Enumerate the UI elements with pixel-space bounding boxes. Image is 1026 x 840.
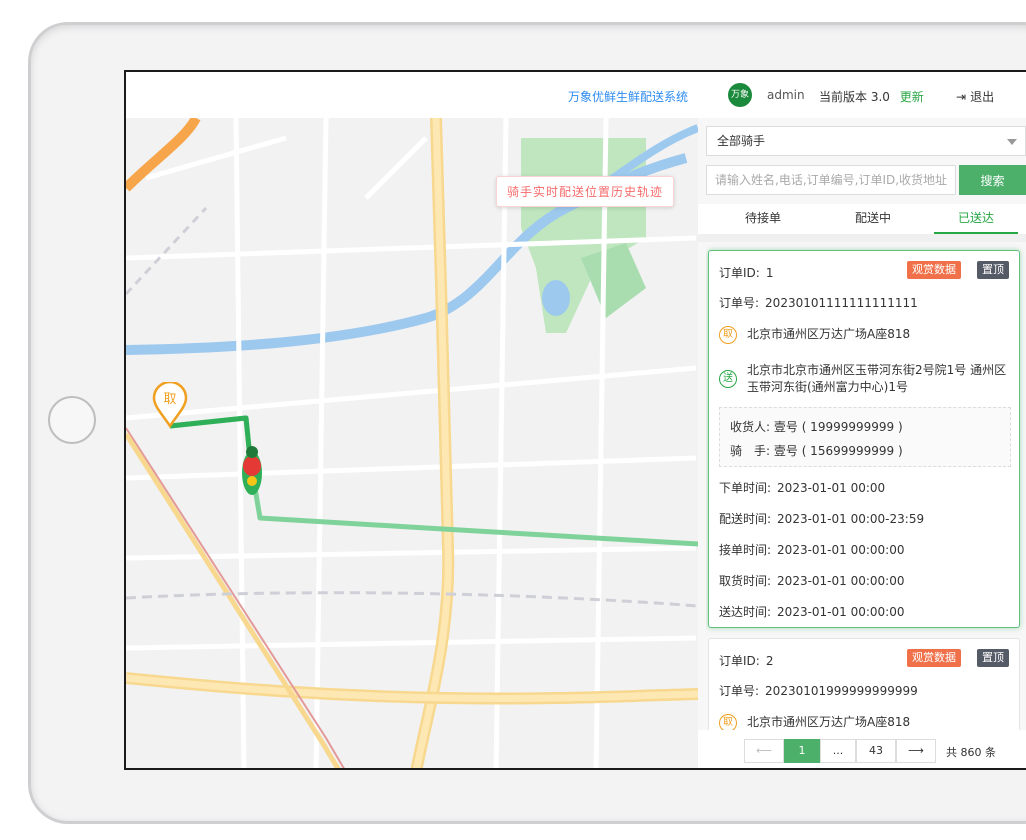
version-label: 当前版本 — [819, 90, 868, 104]
time-value: 2023-01-01 00:00:00 — [777, 605, 905, 619]
map-view[interactable]: 取 骑手实时配送位置历史轨迹 — [126, 118, 698, 768]
order-no-value: 20230101999999999999 — [765, 684, 918, 698]
time-row: 下单时间: 2023-01-01 00:00 — [719, 479, 885, 496]
time-value: 2023-01-01 00:00 — [777, 481, 886, 495]
rider-select[interactable]: 全部骑手 — [706, 126, 1026, 156]
page-ellipsis: ... — [820, 739, 856, 763]
version-number: 3.0 — [870, 90, 890, 104]
rider-select-value: 全部骑手 — [717, 134, 766, 148]
order-panel: 全部骑手 搜索 待接单 配送中 已送达 订单ID: 1 观赏数据 置顶 订单号: 2… — [698, 118, 1026, 768]
order-id-value: 2 — [765, 654, 774, 668]
pin-top-button[interactable]: 置顶 — [977, 261, 1009, 279]
tablet-home-button — [48, 396, 96, 444]
time-row: 接单时间: 2023-01-01 00:00:00 — [719, 541, 905, 558]
logout-icon: ⇥ — [956, 90, 967, 104]
search-input[interactable] — [706, 165, 956, 195]
tab-delivered[interactable]: 已送达 — [934, 204, 1018, 234]
order-id-row: 订单ID: 1 — [719, 264, 773, 281]
order-no-label: 订单号: — [719, 684, 760, 698]
order-id-label: 订单ID: — [719, 654, 760, 668]
page-43-button[interactable]: 43 — [856, 739, 896, 763]
update-link[interactable]: 更新 — [900, 90, 924, 104]
rider-row: 骑 手: 壹号 ( 15699999999 ) — [730, 442, 903, 459]
page-1-button[interactable]: 1 — [784, 739, 820, 763]
delivery-address: 北京市北京市通州区玉带河东街2号院1号 通州区玉带河东街(通州富力中心)1号 — [747, 363, 1007, 394]
pickup-icon: 取 — [719, 326, 737, 344]
delivery-icon: 送 — [719, 370, 737, 388]
map-canvas — [126, 118, 698, 768]
pickup-icon: 取 — [719, 714, 737, 730]
time-value: 2023-01-01 00:00-23:59 — [777, 512, 925, 526]
rider-label: 骑 手: — [730, 444, 771, 458]
time-label: 送达时间: — [719, 605, 772, 619]
pickup-marker-icon[interactable]: 取 — [152, 382, 188, 428]
chevron-down-icon — [1007, 139, 1017, 145]
receiver-label: 收货人: — [730, 420, 771, 434]
order-id-row: 订单ID: 2 — [719, 652, 773, 669]
order-no-label: 订单号: — [719, 296, 760, 310]
order-no-value: 20230101111111111111 — [765, 296, 918, 310]
observe-data-badge[interactable]: 观赏数据 — [907, 649, 961, 667]
time-row: 取货时间: 2023-01-01 00:00:00 — [719, 572, 905, 589]
order-list: 订单ID: 1 观赏数据 置顶 订单号: 20230101111111111111 … — [706, 242, 1026, 730]
brand-logo: 万象 — [728, 83, 752, 107]
time-label: 取货时间: — [719, 574, 772, 588]
next-page-button[interactable]: ⟶ — [896, 739, 936, 763]
order-card[interactable]: 订单ID: 2 观赏数据 置顶 订单号: 20230101999999999999 … — [708, 638, 1020, 730]
system-title-link[interactable]: 万象优鲜生鲜配送系统 — [568, 88, 688, 105]
pickup-address: 北京市通州区万达广场A座818 — [747, 327, 911, 341]
time-label: 配送时间: — [719, 512, 772, 526]
track-history-title: 骑手实时配送位置历史轨迹 — [496, 176, 675, 207]
tab-pending[interactable]: 待接单 — [718, 204, 808, 234]
time-value: 2023-01-01 00:00:00 — [777, 574, 905, 588]
time-value: 2023-01-01 00:00:00 — [777, 543, 905, 557]
time-row: 送达时间: 2023-01-01 00:00:00 — [719, 603, 905, 620]
receiver-value: 壹号 ( 19999999999 ) — [773, 420, 903, 434]
order-id-value: 1 — [765, 266, 774, 280]
app-screen: 万象优鲜生鲜配送系统 万象 admin 当前版本 3.0 更新 ⇥ 退出 取 骑… — [124, 70, 1026, 770]
time-label: 下单时间: — [719, 481, 772, 495]
status-tabs: 待接单 配送中 已送达 — [698, 204, 1026, 234]
user-name[interactable]: admin — [767, 88, 805, 102]
top-bar: 万象优鲜生鲜配送系统 万象 admin 当前版本 3.0 更新 ⇥ 退出 — [126, 72, 1026, 119]
time-label: 接单时间: — [719, 543, 772, 557]
logout-button[interactable]: ⇥ 退出 — [956, 88, 994, 105]
tab-delivering[interactable]: 配送中 — [828, 204, 918, 234]
pin-top-button[interactable]: 置顶 — [977, 649, 1009, 667]
observe-data-badge[interactable]: 观赏数据 — [907, 261, 961, 279]
receiver-row: 收货人: 壹号 ( 19999999999 ) — [730, 418, 903, 435]
version-info: 当前版本 3.0 更新 — [819, 88, 924, 105]
total-count: 共 860 条 — [946, 746, 996, 759]
pickup-marker-label: 取 — [163, 392, 177, 407]
order-no-row: 订单号: 20230101111111111111 — [719, 294, 918, 311]
rider-value: 壹号 ( 15699999999 ) — [773, 444, 903, 458]
contact-box: 收货人: 壹号 ( 19999999999 ) 骑 手: 壹号 ( 156999… — [719, 407, 1011, 467]
logout-label: 退出 — [970, 90, 995, 104]
tabs-divider — [698, 234, 1026, 242]
order-no-row: 订单号: 20230101999999999999 — [719, 682, 918, 699]
pickup-address: 北京市通州区万达广场A座818 — [747, 715, 911, 729]
time-row: 配送时间: 2023-01-01 00:00-23:59 — [719, 510, 924, 527]
prev-page-button[interactable]: ⟵ — [744, 739, 784, 763]
order-id-label: 订单ID: — [719, 266, 760, 280]
pagination: ⟵ 1 ... 43 ⟶ 共 860 条 — [698, 730, 1026, 768]
order-card[interactable]: 订单ID: 1 观赏数据 置顶 订单号: 20230101111111111111 … — [708, 250, 1020, 628]
search-button[interactable]: 搜索 — [959, 165, 1026, 195]
